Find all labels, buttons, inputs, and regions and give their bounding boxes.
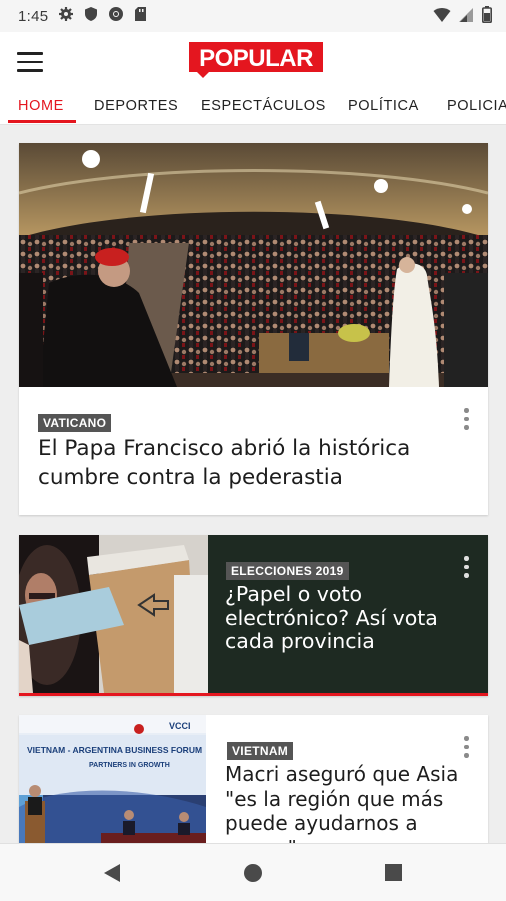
- more-vert-icon[interactable]: [464, 736, 470, 760]
- accent-bar: [19, 693, 488, 696]
- title-line: cada provincia: [225, 629, 375, 653]
- menu-icon[interactable]: [17, 52, 43, 72]
- app-logo[interactable]: POPULAR: [189, 42, 323, 78]
- tab-politica[interactable]: POLÍTICA: [348, 98, 419, 114]
- article-photo-ballot-box[interactable]: [19, 535, 208, 693]
- sd-card-icon: [134, 6, 147, 26]
- active-tab-indicator: [8, 120, 76, 123]
- more-vert-icon[interactable]: [464, 408, 470, 432]
- signal-icon: [459, 7, 474, 27]
- back-icon[interactable]: [102, 862, 122, 884]
- article-photo-synod[interactable]: [19, 143, 488, 387]
- recents-icon[interactable]: [384, 863, 403, 882]
- title-line: ¿Papel o voto: [225, 582, 363, 606]
- title-line: El Papa Francisco abrió la histórica: [38, 436, 411, 461]
- app-bar: POPULAR: [0, 32, 506, 92]
- tab-espectaculos[interactable]: ESPECTÁCULOS: [201, 98, 326, 114]
- article-tag: VATICANO: [38, 414, 112, 432]
- article-title[interactable]: El Papa Francisco abrió la histórica cum…: [38, 434, 410, 492]
- article-title[interactable]: ¿Papel o voto electrónico? Así vota cada…: [225, 582, 438, 654]
- home-icon[interactable]: [243, 863, 263, 883]
- photo-banner-text: VIETNAM - ARGENTINA BUSINESS FORUM: [27, 745, 202, 755]
- system-nav-bar: [0, 843, 506, 901]
- chrome-icon: [108, 6, 124, 26]
- more-vert-icon[interactable]: [464, 556, 470, 580]
- status-time: 1:45: [18, 7, 49, 25]
- title-line: puede ayudarnos a: [225, 811, 418, 835]
- article-card-vietnam[interactable]: VIETNAM - ARGENTINA BUSINESS FORUM PARTN…: [19, 715, 488, 860]
- tab-home[interactable]: HOME: [18, 98, 64, 114]
- wifi-icon: [433, 7, 451, 27]
- shield-icon: [84, 6, 98, 26]
- title-line: electrónico? Así vota: [225, 605, 438, 630]
- status-bar: 1:45: [0, 0, 506, 32]
- photo-brand-text: VCCI: [169, 721, 191, 731]
- battery-icon: [482, 6, 492, 27]
- tab-policia[interactable]: POLICIA: [447, 98, 506, 114]
- tab-deportes[interactable]: DEPORTES: [94, 98, 178, 114]
- title-line: "es la región que más: [225, 786, 444, 811]
- article-photo-business-forum[interactable]: VIETNAM - ARGENTINA BUSINESS FORUM PARTN…: [19, 715, 206, 855]
- article-card-vaticano[interactable]: VATICANO El Papa Francisco abrió la hist…: [19, 143, 488, 515]
- photo-subbanner-text: PARTNERS IN GROWTH: [89, 762, 170, 769]
- article-tag: ELECCIONES 2019: [226, 562, 349, 580]
- article-tag: VIETNAM: [227, 742, 294, 760]
- settings-icon: [58, 6, 74, 26]
- article-card-elecciones[interactable]: ELECCIONES 2019 ¿Papel o voto electrónic…: [19, 535, 488, 696]
- title-line: cumbre contra la pederastia: [38, 465, 343, 490]
- logo-text: POPULAR: [199, 45, 313, 72]
- title-line: Macri aseguró que Asia: [225, 762, 459, 786]
